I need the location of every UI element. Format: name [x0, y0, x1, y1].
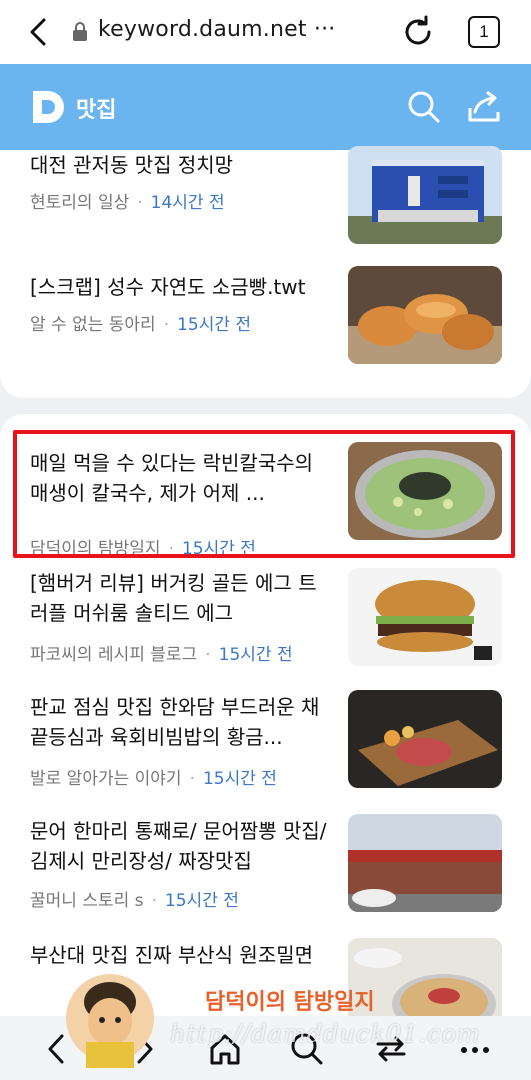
url-text[interactable]: keyword.daum.net ···: [98, 17, 335, 42]
item-meta: 알 수 없는 동아리 · 15시간 전: [30, 315, 252, 335]
item-time: 15시간 전: [202, 769, 277, 789]
list-item[interactable]: 판교 점심 맛집 한와담 부드러운 채끝등심과 육회비빔밥의 황금... 발로 …: [0, 688, 531, 808]
thumb-noodle-soup[interactable]: [348, 442, 502, 540]
list-item[interactable]: [스크랩] 성수 자연도 소금빵.twt 알 수 없는 동아리 · 15시간 전: [0, 266, 531, 392]
list-item[interactable]: [햄버거 리뷰] 버거킹 골든 에그 트러플 머쉬룸 솔티드 에그 파코씨의 레…: [0, 564, 531, 684]
item-title[interactable]: 대전 관저동 맛집 정치망: [30, 150, 330, 180]
results-card-bottom: 매일 먹을 수 있다는 락빈칼국수의 매생이 칼국수, 제가 어제 ... 담덕…: [0, 414, 531, 1036]
list-item[interactable]: 문어 한마리 통째로/ 문어짬뽕 맛집/김제시 만리장성/ 짜장맛집 꿀머니 스…: [0, 812, 531, 932]
item-title[interactable]: [햄버거 리뷰] 버거킹 골든 에그 트러플 머쉬룸 솔티드 에그: [30, 568, 330, 628]
page-title: 맛집: [76, 98, 117, 123]
item-source: 담덕이의 탐방일지: [30, 539, 161, 559]
search-icon[interactable]: [407, 90, 441, 124]
thumb-grilled-beef[interactable]: [348, 690, 502, 788]
item-meta: 꿀머니 스토리 s · 15시간 전: [30, 891, 239, 911]
thumb-restaurant-front[interactable]: [348, 814, 502, 912]
back-arrow-icon[interactable]: [22, 14, 56, 50]
item-meta: 파코씨의 레시피 블로그 · 15시간 전: [30, 645, 293, 665]
item-title[interactable]: 판교 점심 맛집 한와담 부드러운 채끝등심과 육회비빔밥의 황금...: [30, 692, 330, 752]
item-time: 15시간 전: [177, 315, 252, 335]
reload-icon[interactable]: [400, 14, 436, 50]
item-time: 15시간 전: [181, 539, 256, 559]
thumb-burger[interactable]: [348, 568, 502, 666]
item-meta: 현토리의 일상 · 14시간 전: [30, 193, 225, 213]
blog-signature: 담덕이의 탐방일지: [205, 990, 375, 1015]
lock-icon: [73, 22, 87, 41]
item-title[interactable]: 문어 한마리 통째로/ 문어짬뽕 맛집/김제시 만리장성/ 짜장맛집: [30, 816, 330, 876]
thumb-salt-bread[interactable]: [348, 266, 502, 364]
item-time: 15시간 전: [164, 891, 239, 911]
share-icon[interactable]: [466, 90, 502, 124]
item-time: 15시간 전: [218, 645, 293, 665]
browser-address-bar: keyword.daum.net ··· 1: [0, 0, 531, 64]
list-item[interactable]: 매일 먹을 수 있다는 락빈칼국수의 매생이 칼국수, 제가 어제 ... 담덕…: [0, 434, 531, 559]
item-title[interactable]: 매일 먹을 수 있다는 락빈칼국수의 매생이 칼국수, 제가 어제 ...: [30, 448, 330, 508]
tab-count-button[interactable]: 1: [468, 16, 500, 48]
item-source: 현토리의 일상: [30, 193, 130, 213]
results-card-top: 대전 관저동 맛집 정치망 현토리의 일상 · 14시간 전 [스크랩] 성수 자연…: [0, 146, 531, 398]
item-source: 알 수 없는 동아리: [30, 315, 156, 335]
blogger-avatar: [66, 974, 154, 1068]
item-title[interactable]: [스크랩] 성수 자연도 소금빵.twt: [30, 272, 330, 302]
blog-watermark: http://damdduck01.com: [170, 1020, 481, 1048]
item-meta: 발로 알아가는 이야기 · 15시간 전: [30, 769, 277, 789]
item-source: 파코씨의 레시피 블로그: [30, 645, 198, 665]
item-meta: 담덕이의 탐방일지 · 15시간 전: [30, 539, 256, 559]
daum-logo-icon[interactable]: [30, 88, 68, 126]
daum-header: 맛집: [0, 64, 531, 150]
list-item[interactable]: 대전 관저동 맛집 정치망 현토리의 일상 · 14시간 전: [0, 146, 531, 270]
item-source: 발로 알아가는 이야기: [30, 769, 182, 789]
item-source: 꿀머니 스토리 s: [30, 891, 144, 911]
item-time: 14시간 전: [150, 193, 225, 213]
thumb-blue-building[interactable]: [348, 146, 502, 244]
